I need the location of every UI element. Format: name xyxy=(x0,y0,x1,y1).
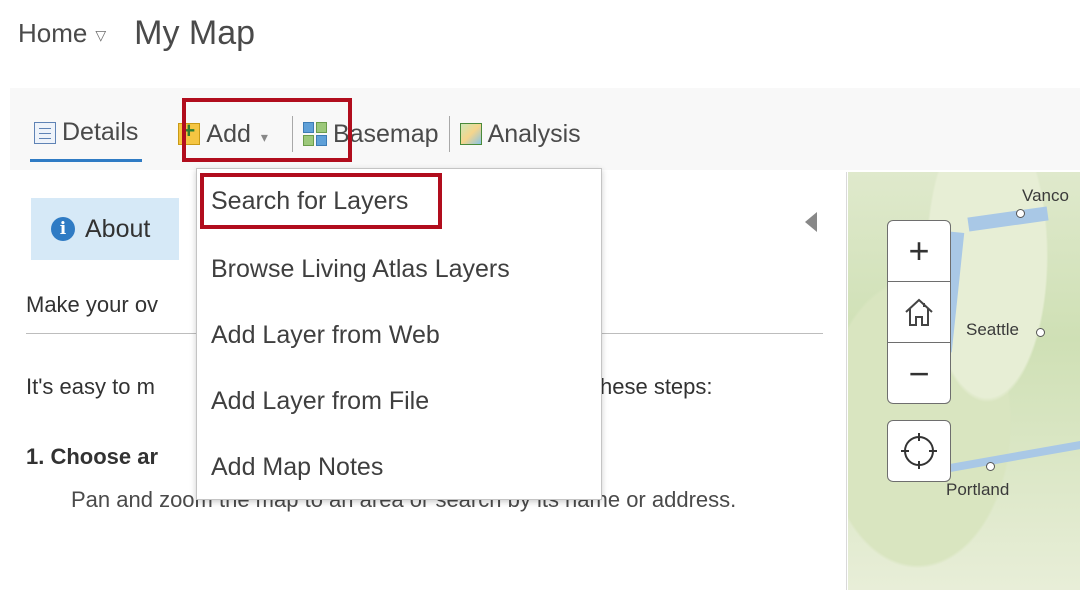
about-button[interactable]: i About xyxy=(31,198,179,260)
map-view[interactable]: Vanco Seattle Portland xyxy=(848,172,1080,590)
city-marker xyxy=(986,462,995,471)
details-button[interactable]: Details xyxy=(30,106,143,162)
home-caret-icon: ▽ xyxy=(95,26,107,43)
city-marker xyxy=(1036,328,1045,337)
home-menu[interactable]: Home ▽ xyxy=(18,18,106,49)
map-title: My Map xyxy=(134,13,256,52)
search-layers-highlight xyxy=(200,173,442,229)
panel-easy-text: It's easy to m xyxy=(26,374,155,399)
map-label-vancouver: Vanco xyxy=(1022,186,1069,205)
info-icon: i xyxy=(51,217,75,241)
about-label: About xyxy=(85,214,151,243)
zoom-in-button[interactable]: + xyxy=(888,221,950,282)
minus-icon: − xyxy=(908,352,930,394)
analysis-button[interactable]: Analysis xyxy=(459,106,581,162)
details-icon xyxy=(34,121,56,144)
map-label-portland: Portland xyxy=(946,480,1010,499)
locate-button[interactable] xyxy=(887,420,951,482)
step-1-title: 1. Choose ar xyxy=(26,444,159,469)
menu-item-browse-living-atlas[interactable]: Browse Living Atlas Layers xyxy=(211,255,510,284)
analysis-label: Analysis xyxy=(487,119,581,148)
panel-easy-text-end: hese steps: xyxy=(600,374,713,399)
default-extent-button[interactable] xyxy=(888,282,950,343)
details-label: Details xyxy=(62,118,139,146)
home-icon xyxy=(905,298,933,326)
menu-item-add-layer-from-web[interactable]: Add Layer from Web xyxy=(211,321,440,350)
collapse-panel-icon[interactable] xyxy=(805,212,817,232)
zoom-controls: + − xyxy=(887,220,951,404)
zoom-out-button[interactable]: − xyxy=(888,343,950,404)
home-label: Home xyxy=(18,17,88,48)
city-marker xyxy=(1016,209,1025,218)
locate-icon xyxy=(901,433,937,469)
columbia-river-water xyxy=(948,439,1080,473)
analysis-icon xyxy=(459,123,482,145)
plus-icon: + xyxy=(908,230,930,271)
header: Home ▽ My Map xyxy=(18,8,255,58)
menu-item-add-layer-from-file[interactable]: Add Layer from File xyxy=(211,387,429,416)
strait-water xyxy=(967,206,1049,232)
menu-item-add-map-notes[interactable]: Add Map Notes xyxy=(211,453,383,482)
toolbar-separator xyxy=(448,116,450,152)
add-button-highlight xyxy=(182,98,352,162)
panel-intro-text: Make your ov xyxy=(26,292,159,317)
map-label-seattle: Seattle xyxy=(966,320,1019,339)
